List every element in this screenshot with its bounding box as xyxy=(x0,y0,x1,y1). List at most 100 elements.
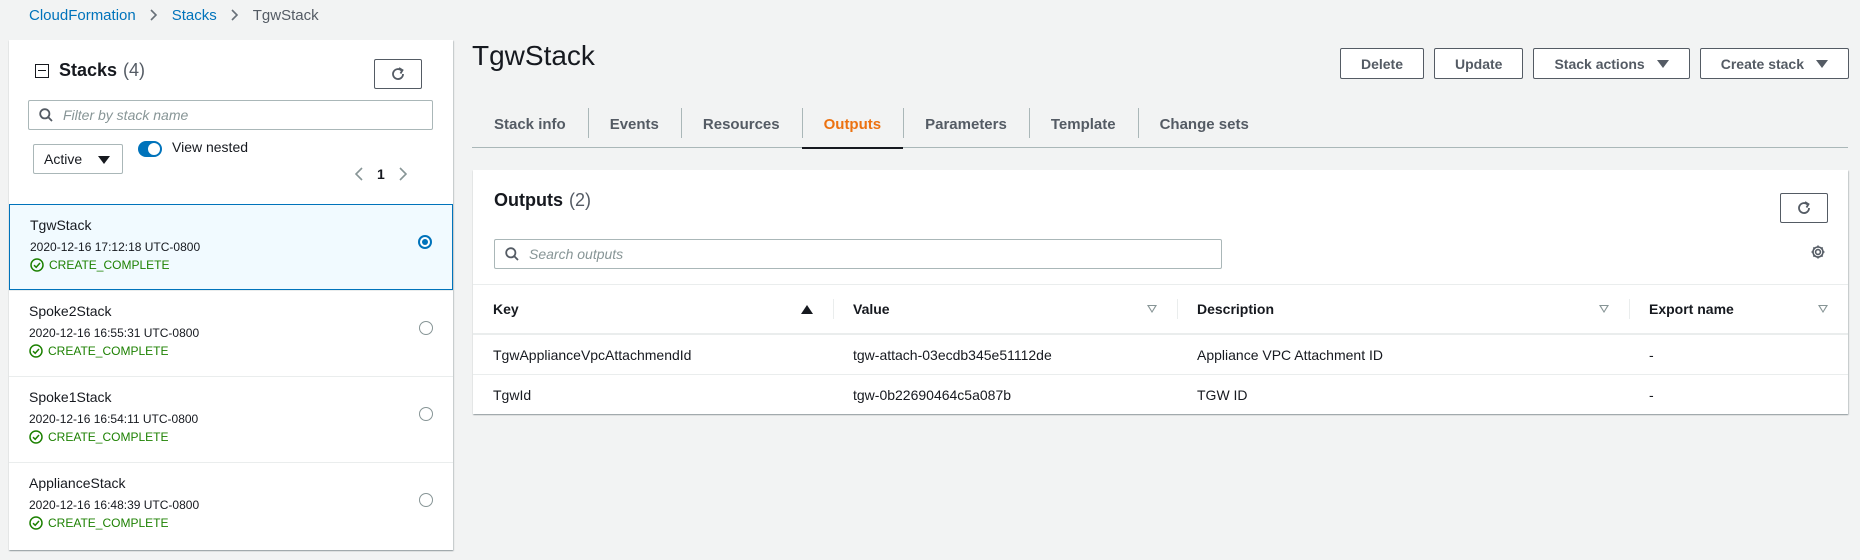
stack-status: CREATE_COMPLETE xyxy=(29,430,433,444)
breadcrumb-cloudformation[interactable]: CloudFormation xyxy=(29,7,136,24)
caret-down-icon xyxy=(98,156,110,164)
stack-name: ApplianceStack xyxy=(29,475,126,491)
stack-item-appliancestack[interactable]: ApplianceStack 2020-12-16 16:48:39 UTC-0… xyxy=(9,462,453,548)
tab-events[interactable]: Events xyxy=(587,100,681,148)
table-row: TgwId tgw-0b22690464c5a087b TGW ID - xyxy=(473,374,1848,414)
chevron-left-icon[interactable] xyxy=(355,167,363,181)
chevron-right-icon xyxy=(150,9,158,21)
tab-parameters[interactable]: Parameters xyxy=(903,100,1029,148)
outputs-search-placeholder: Search outputs xyxy=(529,246,624,262)
delete-button-label: Delete xyxy=(1360,55,1403,72)
stack-radio[interactable] xyxy=(419,407,433,421)
cell-key: TgwApplianceVpcAttachmendId xyxy=(493,346,692,363)
update-button[interactable]: Update xyxy=(1434,48,1524,79)
stacks-panel-header: Stacks (4) xyxy=(35,60,145,81)
create-stack-dropdown[interactable]: Create stack xyxy=(1699,48,1849,79)
search-icon xyxy=(505,247,519,261)
stack-status: CREATE_COMPLETE xyxy=(30,258,432,272)
view-nested-label: View nested xyxy=(172,139,249,155)
stack-status-text: CREATE_COMPLETE xyxy=(49,258,170,272)
outputs-count: (2) xyxy=(569,190,591,210)
cell-export-name: - xyxy=(1649,386,1654,403)
sort-ascending-icon xyxy=(801,304,813,314)
stack-status-text: CREATE_COMPLETE xyxy=(48,344,169,358)
tab-change-sets[interactable]: Change sets xyxy=(1137,100,1271,148)
stack-status-text: CREATE_COMPLETE xyxy=(48,430,169,444)
cell-key: TgwId xyxy=(493,386,532,403)
column-header-value[interactable]: Value xyxy=(833,285,1177,333)
stack-name: TgwStack xyxy=(30,217,92,233)
breadcrumb: CloudFormation Stacks TgwStack xyxy=(29,5,319,25)
column-header-label: Export name xyxy=(1649,301,1734,317)
cell-description: TGW ID xyxy=(1197,386,1248,403)
refresh-icon xyxy=(1798,201,1810,214)
chevron-right-icon[interactable] xyxy=(399,167,407,181)
sort-icon xyxy=(1147,305,1157,313)
stack-date: 2020-12-16 16:48:39 UTC-0800 xyxy=(29,498,200,512)
caret-down-icon xyxy=(1816,59,1828,68)
check-circle-icon xyxy=(29,430,43,444)
status-filter-select[interactable]: Active xyxy=(33,144,123,174)
stack-date: 2020-12-16 16:54:11 UTC-0800 xyxy=(29,412,199,426)
view-nested-toggle[interactable] xyxy=(138,141,162,157)
search-icon xyxy=(39,108,53,122)
stack-status: CREATE_COMPLETE xyxy=(29,344,433,358)
page-title: TgwStack xyxy=(472,40,595,71)
stacks-count: (4) xyxy=(123,60,146,80)
refresh-stacks-button[interactable] xyxy=(374,59,422,89)
stack-radio[interactable] xyxy=(419,321,433,335)
sort-icon xyxy=(1818,305,1828,313)
pagination: 1 xyxy=(355,166,407,182)
stack-item-spoke1stack[interactable]: Spoke1Stack 2020-12-16 16:54:11 UTC-0800… xyxy=(9,376,453,462)
breadcrumb-stacks[interactable]: Stacks xyxy=(172,7,217,24)
column-header-description[interactable]: Description xyxy=(1177,285,1629,333)
status-filter-value: Active xyxy=(44,151,83,167)
stack-name: Spoke1Stack xyxy=(29,389,112,405)
cell-export-name: - xyxy=(1649,346,1654,363)
stack-item-tgwstack[interactable]: TgwStack 2020-12-16 17:12:18 UTC-0800 CR… xyxy=(9,204,453,290)
refresh-icon xyxy=(392,67,404,80)
collapse-panel-icon[interactable] xyxy=(35,63,49,78)
chevron-right-icon xyxy=(231,9,239,21)
stack-filter-placeholder: Filter by stack name xyxy=(63,107,189,123)
stack-radio[interactable] xyxy=(419,493,433,507)
stack-actions-dropdown[interactable]: Stack actions xyxy=(1533,48,1690,79)
stacks-panel: Stacks (4) Filter by stack name Active V… xyxy=(9,40,453,550)
stack-actions-label: Stack actions xyxy=(1554,55,1645,72)
stack-date: 2020-12-16 16:55:31 UTC-0800 xyxy=(29,326,200,340)
outputs-table: Key Value Description Export name TgwApp… xyxy=(473,284,1848,414)
tab-resources[interactable]: Resources xyxy=(680,100,802,148)
stack-item-spoke2stack[interactable]: Spoke2Stack 2020-12-16 16:55:31 UTC-0800… xyxy=(9,290,453,376)
column-header-label: Description xyxy=(1197,301,1275,317)
sort-icon xyxy=(1599,305,1609,313)
current-page[interactable]: 1 xyxy=(377,166,385,182)
refresh-outputs-button[interactable] xyxy=(1780,193,1828,223)
stack-status: CREATE_COMPLETE xyxy=(29,516,433,530)
delete-button[interactable]: Delete xyxy=(1339,48,1424,79)
outputs-panel: Outputs (2) Search outputs Key Value Des… xyxy=(473,170,1848,414)
check-circle-icon xyxy=(29,344,43,358)
tab-template[interactable]: Template xyxy=(1028,100,1138,148)
gear-icon[interactable] xyxy=(1810,244,1826,263)
outputs-search-input[interactable]: Search outputs xyxy=(494,239,1222,269)
outputs-title: Outputs xyxy=(494,190,563,210)
stacks-panel-title: Stacks xyxy=(59,60,118,80)
stack-filter-input[interactable]: Filter by stack name xyxy=(28,100,433,130)
update-button-label: Update xyxy=(1455,55,1503,72)
caret-down-icon xyxy=(1656,59,1669,68)
create-stack-label: Create stack xyxy=(1720,55,1804,72)
breadcrumb-current: TgwStack xyxy=(252,6,319,24)
column-header-key[interactable]: Key xyxy=(473,285,833,333)
stack-detail-tabs: Stack info Events Resources Outputs Para… xyxy=(472,100,1848,149)
column-header-label: Key xyxy=(493,301,519,317)
tab-outputs[interactable]: Outputs xyxy=(801,100,904,149)
stack-name: Spoke2Stack xyxy=(29,303,112,319)
stack-radio[interactable] xyxy=(418,235,432,249)
cell-description: Appliance VPC Attachment ID xyxy=(1197,346,1383,363)
stack-list: TgwStack 2020-12-16 17:12:18 UTC-0800 CR… xyxy=(9,204,453,548)
stack-date: 2020-12-16 17:12:18 UTC-0800 xyxy=(30,240,201,254)
check-circle-icon xyxy=(30,258,44,272)
tab-stack-info[interactable]: Stack info xyxy=(472,100,588,148)
column-header-export-name[interactable]: Export name xyxy=(1629,285,1848,333)
column-header-label: Value xyxy=(853,301,890,317)
